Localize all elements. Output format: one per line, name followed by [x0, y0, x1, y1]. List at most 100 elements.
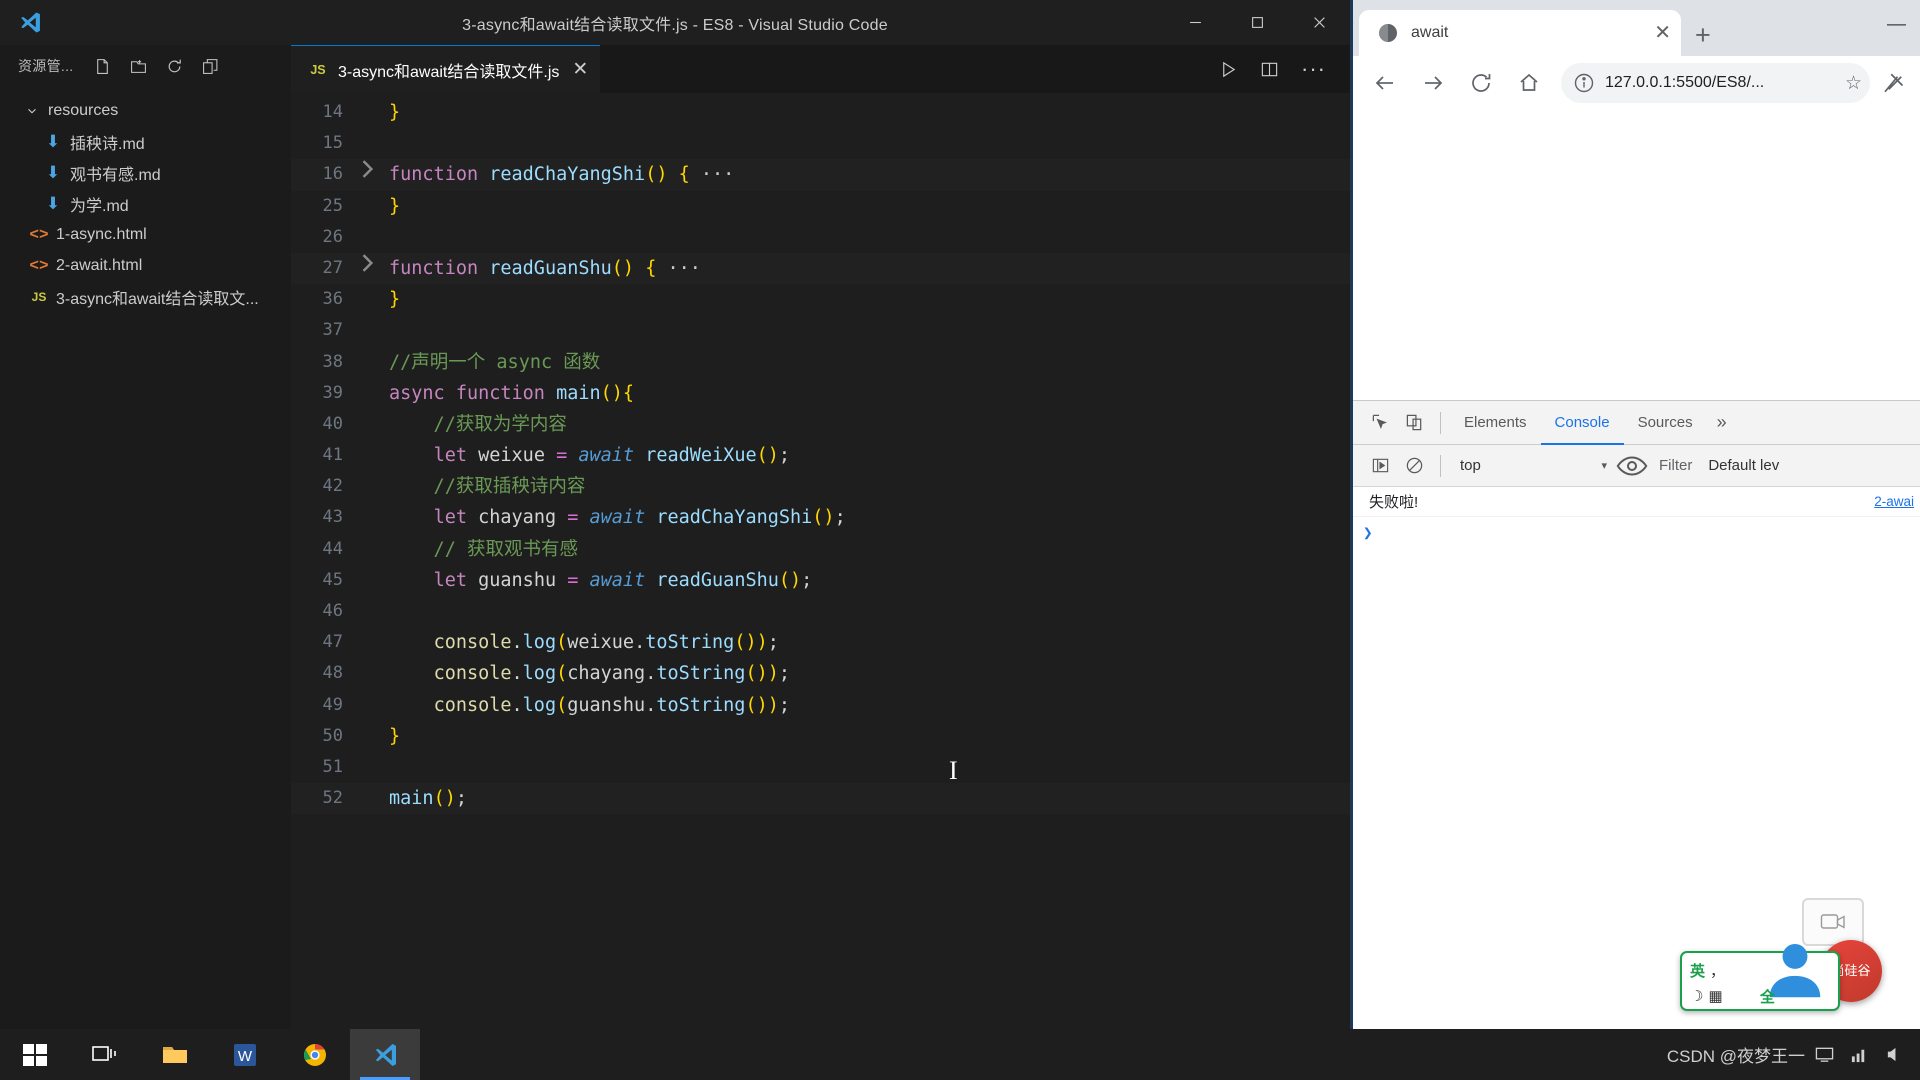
vscode-button[interactable]: [350, 1029, 420, 1080]
markdown-icon: ⬇: [45, 132, 61, 151]
chrome-button[interactable]: [280, 1029, 350, 1080]
close-icon[interactable]: ✕: [1654, 23, 1671, 43]
code-line[interactable]: 26: [291, 222, 1350, 253]
maximize-button[interactable]: [1226, 0, 1288, 45]
ime-moon-icon[interactable]: ☽ ▦: [1690, 983, 1760, 1009]
ime-language[interactable]: 英 ，: [1690, 957, 1760, 983]
code-line[interactable]: 47 console.log(weixue.toString());: [291, 627, 1350, 658]
ime-user-icon[interactable]: [1760, 943, 1830, 998]
collapse-all-icon[interactable]: [200, 56, 220, 76]
editor-tab-active[interactable]: JS 3-async和await结合读取文件.js ✕: [291, 45, 601, 93]
word-button[interactable]: W: [210, 1029, 280, 1080]
bookmark-star-icon[interactable]: ☆: [1845, 72, 1862, 95]
code-text: console.log(guanshu.toString());: [433, 694, 791, 716]
address-bar[interactable]: 127.0.0.1:5500/ES8/... ☆: [1561, 63, 1870, 103]
code-line[interactable]: 40 //获取为学内容: [291, 409, 1350, 440]
console-level-select[interactable]: Default lev: [1702, 457, 1779, 474]
code-line[interactable]: 50}: [291, 721, 1350, 752]
code-text: function readGuanShu() { ···: [389, 257, 701, 279]
window-controls: [1164, 0, 1350, 45]
chevron-down-icon: [22, 104, 42, 118]
tree-item-1-async-html[interactable]: <> 1-async.html: [0, 219, 291, 250]
code-line[interactable]: 52 main();: [291, 783, 1350, 815]
markdown-icon: ⬇: [45, 194, 61, 213]
chevron-right-icon[interactable]: [353, 155, 381, 194]
code-line[interactable]: 46: [291, 596, 1350, 627]
code-line[interactable]: 15: [291, 128, 1350, 159]
clear-console-icon[interactable]: [1397, 449, 1431, 483]
console-message[interactable]: 失败啦! 2-awai: [1353, 487, 1920, 517]
code-text: main();: [389, 788, 467, 810]
forward-button[interactable]: [1411, 61, 1455, 105]
ime-width-mode[interactable]: 全: [1760, 983, 1830, 1009]
code-line[interactable]: 39 async function main(){: [291, 378, 1350, 409]
tree-item-weixue-md[interactable]: ⬇ 为学.md: [0, 188, 291, 219]
console-filter-input[interactable]: Filter: [1649, 457, 1702, 474]
js-icon: JS: [31, 289, 47, 304]
tree-item-3-async-await-js[interactable]: JS 3-async和await结合读取文...: [0, 281, 291, 312]
tab-console[interactable]: Console: [1541, 401, 1624, 445]
refresh-icon[interactable]: [164, 56, 184, 76]
console-sidebar-icon[interactable]: [1363, 449, 1397, 483]
home-button[interactable]: [1507, 61, 1551, 105]
tree-item-label: 插秧诗.md: [70, 135, 145, 153]
code-line[interactable]: 38 //声明一个 async 函数: [291, 347, 1350, 378]
reload-button[interactable]: [1459, 61, 1503, 105]
code-line[interactable]: 36}: [291, 284, 1350, 315]
more-actions-button[interactable]: ···: [1301, 57, 1326, 79]
close-button[interactable]: [1288, 0, 1350, 45]
back-button[interactable]: [1363, 61, 1407, 105]
ime-keyboard-label: ▦: [1708, 988, 1723, 1005]
code-line[interactable]: 41 let weixue = await readWeiXue();: [291, 440, 1350, 471]
new-file-icon[interactable]: [92, 56, 112, 76]
extensions-icon[interactable]: [1880, 68, 1910, 98]
code-line[interactable]: 16 function readChaYangShi() { ···: [291, 159, 1350, 191]
code-line[interactable]: 51: [291, 752, 1350, 783]
ime-toolbar[interactable]: 英 ， ☽ ▦ 全: [1680, 943, 1840, 1011]
execution-context-select[interactable]: top ▾: [1450, 457, 1615, 474]
code-text: //获取为学内容: [389, 413, 567, 435]
tree-item-label: 2-await.html: [56, 256, 143, 274]
console-output[interactable]: 失败啦! 2-awai ❯: [1353, 487, 1920, 950]
tab-elements[interactable]: Elements: [1450, 401, 1541, 445]
more-tabs-icon[interactable]: »: [1707, 412, 1737, 433]
code-line[interactable]: 44 // 获取观书有感: [291, 534, 1350, 565]
run-code-button[interactable]: [1219, 60, 1238, 79]
split-editor-button[interactable]: [1260, 60, 1279, 79]
code-editor[interactable]: 14} 15 16 function readChaYangShi() { ··· 25…: [291, 93, 1350, 1029]
new-tab-button[interactable]: +: [1695, 22, 1711, 49]
code-line[interactable]: 27 function readGuanShu() { ···: [291, 252, 1350, 285]
console-prompt[interactable]: ❯: [1353, 517, 1920, 547]
tree-item-chayangshi-md[interactable]: ⬇ 插秧诗.md: [0, 126, 291, 157]
chevron-down-icon: ▾: [1601, 460, 1607, 472]
code-line[interactable]: 42 //获取插秧诗内容: [291, 471, 1350, 502]
markdown-icon: ⬇: [45, 163, 61, 182]
tree-item-2-await-html[interactable]: <> 2-await.html: [0, 250, 291, 281]
code-line[interactable]: 45 let guanshu = await readGuanShu();: [291, 565, 1350, 596]
site-info-icon[interactable]: [1573, 72, 1595, 94]
browser-tab[interactable]: await ✕: [1359, 10, 1681, 56]
device-toolbar-icon[interactable]: [1397, 406, 1431, 440]
chevron-right-icon[interactable]: [353, 249, 381, 288]
minimize-button[interactable]: [1164, 0, 1226, 45]
code-line[interactable]: 25}: [291, 191, 1350, 222]
code-line[interactable]: 43 let chayang = await readChaYangShi();: [291, 502, 1350, 533]
code-line[interactable]: 49 console.log(guanshu.toString());: [291, 690, 1350, 721]
new-folder-icon[interactable]: [128, 56, 148, 76]
line-number: 45: [322, 569, 343, 590]
tree-item-folder-resources[interactable]: resources: [0, 95, 291, 126]
file-explorer-button[interactable]: [140, 1029, 210, 1080]
close-icon[interactable]: ✕: [572, 60, 588, 79]
tree-item-guanshuyougan-md[interactable]: ⬇ 观书有感.md: [0, 157, 291, 188]
code-line[interactable]: 37: [291, 315, 1350, 346]
code-line[interactable]: 48 console.log(chayang.toString());: [291, 658, 1350, 689]
inspect-element-icon[interactable]: [1363, 406, 1397, 440]
start-button[interactable]: [0, 1029, 70, 1080]
code-line[interactable]: 14}: [291, 97, 1350, 128]
tab-sources[interactable]: Sources: [1624, 401, 1707, 445]
page-viewport[interactable]: [1353, 110, 1920, 400]
live-expression-icon[interactable]: [1615, 449, 1649, 483]
browser-minimize-button[interactable]: —: [1887, 14, 1906, 36]
task-view-button[interactable]: [70, 1029, 140, 1080]
console-message-source[interactable]: 2-awai: [1874, 494, 1914, 509]
